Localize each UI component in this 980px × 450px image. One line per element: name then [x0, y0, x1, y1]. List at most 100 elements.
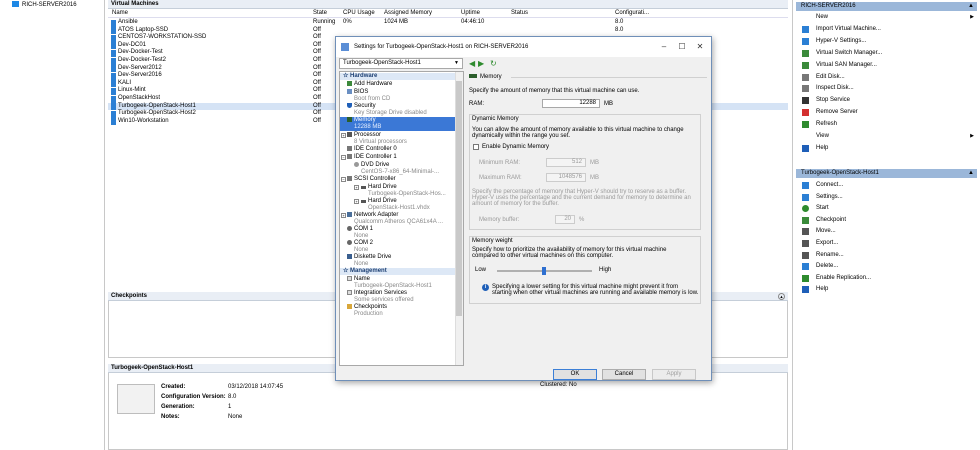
vm-cell: Dev-Server2016	[118, 72, 162, 79]
management-section-header[interactable]: ☆ Management	[340, 268, 457, 275]
forward-icon[interactable]: ▶	[478, 59, 484, 68]
action-item[interactable]: Start	[796, 203, 977, 214]
close-icon[interactable]: ✕	[691, 37, 709, 57]
buffer-text-3: amount of memory for the buffer.	[472, 201, 559, 207]
hardware-section-header[interactable]: ☆ Hardware	[340, 73, 457, 80]
memory-group-title: Memory	[469, 74, 502, 81]
group-divider	[511, 77, 707, 78]
actions-server-header[interactable]: RICH-SERVER2016 ▲	[796, 2, 977, 11]
collapse-icon[interactable]: −	[341, 155, 346, 160]
action-item[interactable]: Move...	[796, 226, 977, 237]
hw-dvd[interactable]: DVD Drive CentOS-7-x86_64-Minimal-...	[340, 162, 457, 175]
col-uptime[interactable]: Uptime	[461, 9, 480, 18]
hw-com2[interactable]: COM 2 None	[340, 240, 457, 253]
memory-buffer-input[interactable]: 20	[555, 215, 575, 224]
hw-security[interactable]: Security Key Storage Drive disabled	[340, 103, 457, 116]
ram-label: RAM:	[469, 101, 484, 107]
action-item[interactable]: Checkpoint	[796, 215, 977, 226]
hw-com1[interactable]: COM 1 None	[340, 226, 457, 239]
action-item[interactable]: Connect...	[796, 180, 977, 191]
min-ram-input[interactable]: 512	[546, 158, 586, 167]
action-item[interactable]: New ▶	[796, 12, 977, 23]
vm-icon	[111, 87, 116, 95]
submenu-arrow-icon: ▶	[970, 133, 974, 139]
action-item[interactable]: Inspect Disk...	[796, 83, 977, 94]
hardware-tree-scrollbar[interactable]	[455, 72, 463, 365]
scrollbar-thumb[interactable]	[456, 81, 462, 316]
vm-icon	[111, 103, 116, 111]
action-item[interactable]: View ▶	[796, 131, 977, 142]
action-label: Hyper-V Settings...	[816, 37, 867, 44]
action-item[interactable]: Settings...	[796, 192, 977, 203]
col-memory[interactable]: Assigned Memory	[384, 9, 432, 18]
action-item[interactable]: Export...	[796, 238, 977, 249]
action-item[interactable]: Virtual SAN Manager...	[796, 60, 977, 71]
hw-ide0[interactable]: IDE Controller 0	[340, 146, 457, 153]
col-state[interactable]: State	[313, 9, 327, 18]
collapse-icon[interactable]: −	[341, 177, 346, 182]
action-item[interactable]: Refresh	[796, 119, 977, 130]
ram-input[interactable]: 12288	[542, 99, 600, 108]
hw-scsi[interactable]: − SCSI Controller	[340, 176, 457, 183]
action-item[interactable]: Enable Replication...	[796, 273, 977, 284]
navigation-tree: RICH-SERVER2016	[0, 0, 105, 450]
expand-icon[interactable]: +	[341, 213, 346, 218]
hw-memory[interactable]: Memory 12288 MB	[340, 117, 457, 131]
action-item[interactable]: Remove Server	[796, 107, 977, 118]
expand-icon[interactable]: +	[341, 133, 346, 138]
cancel-button[interactable]: Cancel	[602, 369, 646, 380]
dynamic-memory-text-2: dynamically within the range you set.	[472, 133, 571, 139]
col-config[interactable]: Configurati...	[615, 9, 649, 18]
action-item[interactable]: Virtual Switch Manager...	[796, 48, 977, 59]
hw-diskette-drive[interactable]: Diskette Drive None	[340, 254, 457, 267]
expand-icon[interactable]: +	[354, 185, 359, 190]
collapse-icon[interactable]: ▲	[778, 293, 785, 300]
chevron-down-icon: ▼	[454, 60, 459, 66]
tree-node-server[interactable]: RICH-SERVER2016	[12, 1, 77, 10]
col-cpu[interactable]: CPU Usage	[343, 9, 375, 18]
action-item[interactable]: Hyper-V Settings...	[796, 36, 977, 47]
apply-button[interactable]: Apply	[652, 369, 696, 380]
hw-processor[interactable]: + Processor 8 Virtual processors	[340, 132, 457, 145]
col-status[interactable]: Status	[511, 9, 528, 18]
vm-row[interactable]: ATOS Laptop-SSD Off 8.0	[108, 27, 788, 35]
mgmt-checkpoints[interactable]: Checkpoints Production	[340, 304, 457, 317]
vm-cell: 04:46:10	[461, 19, 485, 25]
memory-weight-slider-thumb[interactable]	[542, 267, 546, 275]
expand-icon[interactable]: +	[354, 199, 359, 204]
min-ram-unit: MB	[590, 160, 599, 166]
action-item[interactable]: Edit Disk...	[796, 72, 977, 83]
col-name[interactable]: Name	[112, 9, 128, 18]
hw-hard-drive-1[interactable]: + Hard Drive Turbogeek-OpenStack-Hos...	[340, 184, 457, 197]
vm-selector[interactable]: Turbogeek-OpenStack-Host1 ▼	[339, 58, 463, 69]
weight-high-label: High	[599, 267, 612, 273]
back-icon[interactable]: ◀	[469, 59, 475, 68]
action-label: New	[816, 14, 829, 20]
action-item[interactable]: Rename...	[796, 250, 977, 261]
mgmt-name[interactable]: Name Turbogeek-OpenStack-Host1	[340, 276, 457, 289]
hw-add-hardware[interactable]: Add Hardware	[340, 81, 457, 88]
action-item[interactable]: Import Virtual Machine...	[796, 24, 977, 35]
enable-dynamic-memory-checkbox[interactable]	[473, 144, 479, 150]
action-item[interactable]: Stop Service	[796, 95, 977, 106]
dialog-titlebar[interactable]: Settings for Turbogeek-OpenStack-Host1 o…	[336, 37, 711, 57]
actions-vm-header[interactable]: Turbogeek-OpenStack-Host1 ▲	[796, 169, 977, 178]
vm-row[interactable]: Ansible Running 0% 1024 MB 04:46:10 8.0	[108, 19, 788, 27]
refresh-icon[interactable]: ↻	[490, 59, 497, 68]
action-item[interactable]: Delete...	[796, 261, 977, 272]
ok-button[interactable]: OK	[553, 369, 597, 380]
mgmt-integration-services[interactable]: Integration Services Some services offere…	[340, 290, 457, 303]
hw-network-adapter[interactable]: + Network Adapter Qualcomm Atheros QCA61x4…	[340, 212, 457, 225]
hw-hard-drive-2[interactable]: + Hard Drive OpenStack-Host1.vhdx	[340, 198, 457, 211]
maximize-icon[interactable]: ☐	[673, 37, 691, 57]
action-item[interactable]: Help	[796, 284, 977, 295]
max-ram-input[interactable]: 1048576	[546, 173, 586, 182]
vm-cell: Off	[313, 41, 321, 48]
enable-dynamic-memory-label[interactable]: Enable Dynamic Memory	[482, 144, 549, 151]
min-ram-label: Minimum RAM:	[479, 160, 521, 166]
minimize-icon[interactable]: –	[655, 37, 673, 57]
export-icon	[802, 240, 809, 247]
hw-ide1[interactable]: − IDE Controller 1	[340, 154, 457, 161]
action-item[interactable]: Help	[796, 143, 977, 154]
hw-bios[interactable]: BIOS Boot from CD	[340, 89, 457, 102]
